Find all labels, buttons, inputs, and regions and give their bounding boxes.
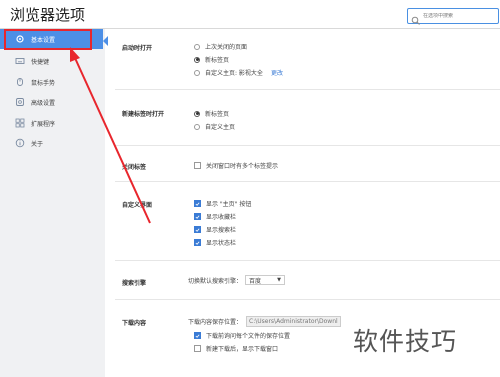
show-home-button-option[interactable]: 显示 "主页" 按钮 — [194, 199, 251, 208]
option-label: 显示 "主页" 按钮 — [206, 201, 252, 208]
download-label: 下载内容 — [122, 320, 147, 327]
show-download-window-option[interactable]: 新建下载后，显示下载窗口 — [194, 344, 278, 353]
sidebar-item-extensions[interactable]: 扩展程序 — [0, 113, 103, 133]
change-link[interactable]: 更改 — [271, 68, 283, 77]
keyboard-icon — [15, 56, 25, 66]
search-engine-label: 搜索引擎 — [122, 280, 147, 287]
option-label: 自定义主页 — [205, 124, 236, 131]
sidebar-item-mouse-gestures[interactable]: 鼠标手势 — [0, 72, 103, 92]
search-engine-value: 百度 — [249, 277, 262, 285]
download-path-field[interactable]: C:\Users\Administrator\Downl — [246, 316, 342, 327]
download-path-label: 下载内容保存位置： — [188, 319, 243, 326]
sidebar-item-about[interactable]: 关于 — [0, 133, 103, 153]
radio-button[interactable] — [194, 69, 200, 76]
advanced-settings-icon — [15, 97, 25, 107]
search-icon — [411, 11, 421, 25]
section-divider — [115, 89, 500, 90]
ask-save-location-option[interactable]: 下载前询问每个文件的保存位置 — [194, 331, 290, 340]
sidebar-item-shortcuts[interactable]: 快捷键 — [0, 51, 103, 71]
custom-ui-label: 自定义界面 — [122, 202, 153, 209]
sidebar-item-label: 关于 — [31, 140, 44, 148]
radio-button[interactable] — [194, 123, 200, 130]
option-label: 关闭窗口时有多个标签提示 — [206, 163, 279, 170]
option-label: 显示收藏栏 — [206, 214, 237, 221]
info-icon — [15, 138, 25, 148]
search-input[interactable] — [421, 13, 493, 19]
mouse-gesture-icon — [15, 77, 25, 87]
checkbox-checked[interactable] — [194, 213, 201, 220]
checkbox[interactable] — [194, 162, 201, 169]
annotation-highlight-box — [4, 29, 92, 50]
new-tab-label: 新建标签时打开 — [122, 111, 165, 118]
checkbox-checked[interactable] — [194, 226, 201, 233]
sidebar-item-label: 鼠标手势 — [31, 79, 56, 87]
close-tab-label: 关闭标签 — [122, 164, 147, 171]
option-label: 上次关闭的页面 — [205, 44, 248, 51]
search-engine-select[interactable]: 百度 ▼ — [245, 275, 286, 285]
sidebar-item-advanced-settings[interactable]: 高级设置 — [0, 92, 103, 112]
checkbox-checked[interactable] — [194, 200, 201, 207]
sidebar-item-label: 高级设置 — [31, 99, 56, 107]
option-label: 显示搜索栏 — [206, 227, 237, 234]
sidebar-item-label: 扩展程序 — [31, 120, 56, 128]
checkbox-checked[interactable] — [194, 239, 201, 246]
extensions-icon — [15, 118, 25, 128]
dropdown-arrow-icon: ▼ — [277, 277, 282, 283]
radio-button-selected[interactable] — [194, 110, 200, 117]
startup-option-new-tab[interactable]: 新标签页 — [194, 55, 229, 64]
new-tab-option-custom-home[interactable]: 自定义主页 — [194, 122, 235, 131]
sidebar-item-label: 快捷键 — [31, 58, 50, 66]
watermark: 软件技巧 — [353, 327, 458, 356]
section-divider — [115, 181, 500, 182]
window-title: 浏览器选项 — [10, 6, 86, 24]
startup-option-last-session[interactable]: 上次关闭的页面 — [194, 42, 247, 51]
startup-option-custom-home[interactable]: 自定义主页: 影视大全 更改 — [194, 68, 283, 77]
option-label: 新标签页 — [205, 57, 230, 64]
search-engine-prompt: 切换默认搜索引擎： — [188, 277, 243, 285]
show-favorites-bar-option[interactable]: 显示收藏栏 — [194, 212, 236, 221]
new-tab-option-new-tab[interactable]: 新标签页 — [194, 109, 229, 118]
download-path-row: 下载内容保存位置： C:\Users\Administrator\Downl — [188, 316, 342, 327]
checkbox-checked[interactable] — [194, 332, 201, 339]
close-tab-warning-option[interactable]: 关闭窗口时有多个标签提示 — [194, 161, 278, 170]
search-engine-setting: 切换默认搜索引擎： 百度 ▼ — [188, 275, 286, 285]
search-box[interactable] — [407, 8, 499, 25]
option-label: 新标签页 — [205, 111, 230, 118]
option-label: 显示状态栏 — [206, 240, 237, 247]
option-label: 新建下载后，显示下载窗口 — [206, 346, 279, 353]
show-status-bar-option[interactable]: 显示状态栏 — [194, 238, 236, 247]
checkbox[interactable] — [194, 345, 201, 352]
show-search-bar-option[interactable]: 显示搜索栏 — [194, 225, 236, 234]
option-label: 自定义主页: 影视大全 — [205, 70, 263, 77]
startup-label: 启动时打开 — [122, 45, 153, 52]
sidebar: 基本设置 快捷键 鼠标手势 高级设置 扩展程序 关于 — [0, 29, 105, 377]
option-label: 下载前询问每个文件的保存位置 — [206, 333, 291, 340]
radio-button[interactable] — [194, 43, 200, 50]
section-divider — [115, 260, 500, 261]
section-divider — [115, 299, 500, 300]
radio-button-selected[interactable] — [194, 56, 200, 63]
section-divider — [115, 145, 500, 146]
